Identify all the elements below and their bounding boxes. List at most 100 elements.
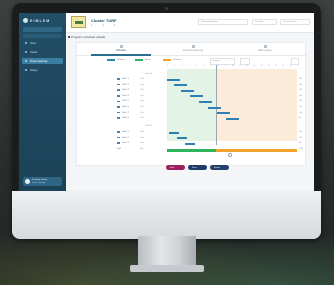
- legend-item-forecast: Forecast: [163, 59, 181, 61]
- timeline-column-label: 8: [217, 66, 219, 67]
- row-marker: [117, 106, 120, 108]
- panel-title: Program schedule (detail): [71, 35, 106, 39]
- row-name: Task 1.5: [122, 100, 129, 103]
- row-name: Task 1.8: [122, 117, 129, 120]
- duration-field[interactable]: Planned duration: [198, 19, 248, 25]
- tab-schedule[interactable]: Schedule: [91, 45, 151, 52]
- summary-duration: 118d: [299, 148, 303, 150]
- actual-progress-bar: [167, 149, 216, 152]
- timeline-column-label: 7: [210, 66, 212, 67]
- timeline-column-label: 4: [188, 66, 190, 67]
- row-label: Task 1.4: [117, 95, 129, 97]
- row-name: Task 2.1: [122, 131, 129, 133]
- row-label: Task 1.3: [117, 89, 129, 91]
- row-value: 0.6w: [140, 100, 144, 103]
- summary-value: 18w: [140, 148, 144, 150]
- page-title: Cluster TURF: [91, 18, 117, 23]
- row-name: Task 1.2: [122, 83, 129, 86]
- monitor: EIMLEM Home Assets Project planning Desi…: [12, 3, 321, 239]
- monitor-stand: [138, 236, 196, 268]
- collapse-handle[interactable]: [228, 153, 232, 157]
- task-bar[interactable]: [181, 89, 194, 92]
- row-value: 1.2w: [140, 94, 144, 97]
- row-label: Task 2.3: [117, 142, 129, 144]
- panel-checkbox[interactable]: [68, 35, 70, 38]
- timeline-column-label: 3: [181, 66, 183, 67]
- forecast-progress-bar: [216, 149, 297, 152]
- task-bar[interactable]: [177, 137, 187, 140]
- monitor-chin: [12, 191, 321, 239]
- summary-label: Total: [117, 148, 121, 150]
- row-label: Task 1.1: [117, 78, 129, 80]
- timeline-column-label: 15: [267, 66, 270, 67]
- save-button[interactable]: Save: [188, 165, 207, 170]
- row-duration: 14d: [299, 83, 302, 86]
- timeline-column-label: 9: [224, 66, 226, 67]
- sidebar-item-home[interactable]: Home: [22, 40, 63, 46]
- row-duration: 12d: [299, 131, 302, 133]
- row-value: 1.1w: [140, 111, 144, 114]
- export-button[interactable]: Export: [210, 165, 229, 170]
- row-value: 1.0w: [140, 83, 144, 86]
- schedule-card: Schedule Resource planning Risk register: [76, 42, 307, 166]
- action-bar: Back Save Export: [166, 165, 229, 170]
- status-field[interactable]: Current status: [280, 19, 310, 25]
- row-name: Task 1.6: [122, 106, 129, 108]
- user-name: Pradeep Kumar: [32, 179, 48, 181]
- row-name: Task 1.7: [122, 111, 129, 114]
- legend-item-actual: Actual: [135, 59, 151, 61]
- row-value: 0.5w: [140, 78, 144, 80]
- timeline-column-label: 10: [231, 66, 234, 67]
- row-marker: [117, 83, 120, 86]
- planning-icon: [25, 60, 27, 62]
- task-bar[interactable]: [208, 106, 221, 109]
- row-duration: 15d: [299, 111, 302, 114]
- calendar-icon: [119, 45, 123, 48]
- back-button[interactable]: Back: [166, 165, 185, 170]
- task-bar[interactable]: [185, 142, 195, 145]
- row-marker: [117, 117, 120, 119]
- row-label: Task 1.8: [117, 117, 129, 119]
- row-label: Task 2.2: [117, 137, 129, 139]
- sidebar-item-project-planning[interactable]: Project planning: [22, 58, 63, 64]
- user-card[interactable]: Pradeep Kumar Project manager: [23, 177, 62, 186]
- row-label: Task 2.1: [117, 131, 129, 133]
- timeline-grid: [167, 65, 297, 159]
- tab-risk-register[interactable]: Risk register: [235, 45, 295, 52]
- task-bar[interactable]: [169, 131, 179, 134]
- sidebar-filter-input[interactable]: [23, 34, 62, 38]
- timeline-column-label: 11: [239, 66, 241, 67]
- screen: EIMLEM Home Assets Project planning Desi…: [19, 13, 314, 191]
- task-bar[interactable]: [190, 95, 203, 98]
- row-duration: 9d: [299, 117, 301, 120]
- timeline-filter[interactable]: Timeline: [210, 58, 235, 65]
- sidebar-item-design[interactable]: Design: [22, 67, 63, 73]
- row-name: Task 2.3: [122, 142, 129, 145]
- design-icon: [25, 69, 27, 71]
- task-bar[interactable]: [174, 84, 187, 87]
- row-marker: [117, 131, 120, 133]
- location-field[interactable]: Location: [252, 19, 277, 25]
- task-bar[interactable]: [167, 78, 180, 81]
- row-value: 0.7w: [140, 117, 144, 120]
- task-bar[interactable]: [217, 112, 230, 115]
- tab-resource-planning[interactable]: Resource planning: [163, 45, 223, 52]
- task-bar[interactable]: [226, 117, 239, 120]
- sidebar-search-input[interactable]: [23, 27, 62, 32]
- section-header: Phase A: [145, 73, 152, 75]
- app-logo: EIMLEM: [23, 18, 50, 23]
- header: Cluster TURF 1 · 2 · 3 · · Planned durat…: [66, 13, 314, 33]
- row-marker: [117, 142, 120, 144]
- timeline-column-label: 16: [275, 66, 277, 67]
- monitor-foot: [130, 265, 204, 272]
- task-bar[interactable]: [199, 100, 212, 103]
- row-name: Task 1.1: [122, 78, 129, 80]
- breadcrumb[interactable]: 1 · 2 · 3 · ·: [91, 24, 128, 27]
- timeline-column-label: 6: [203, 66, 204, 67]
- sidebar-item-assets[interactable]: Assets: [22, 49, 63, 55]
- row-name: Task 1.4: [122, 94, 129, 97]
- zoom-select[interactable]: [240, 58, 250, 65]
- logo-icon: [23, 18, 28, 23]
- settings-button[interactable]: [291, 58, 299, 65]
- timeline-column-label: 1: [167, 66, 168, 67]
